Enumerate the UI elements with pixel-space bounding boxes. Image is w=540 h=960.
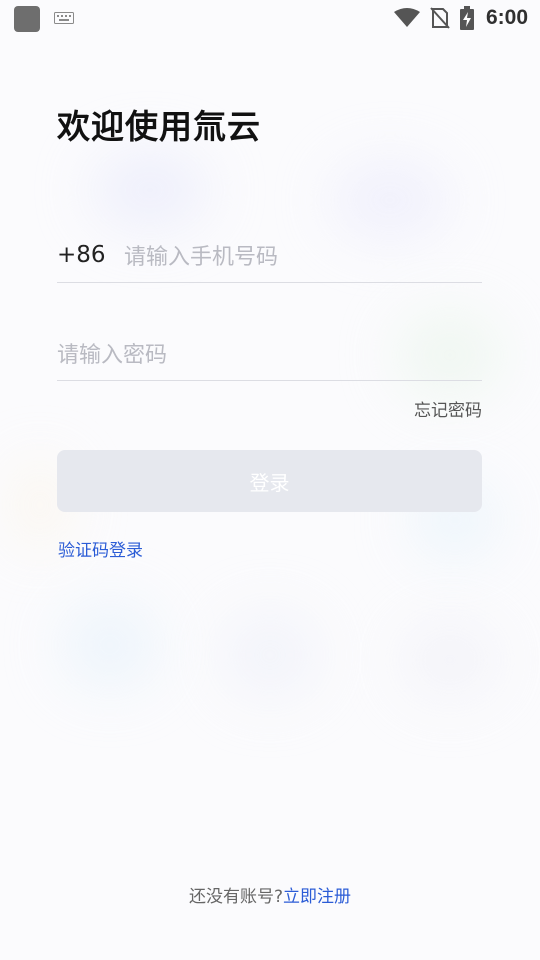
app-icon bbox=[14, 6, 40, 32]
background-blob bbox=[330, 160, 450, 240]
keyboard-icon bbox=[54, 12, 74, 24]
no-account-text: 还没有账号? bbox=[188, 887, 284, 907]
password-row bbox=[57, 332, 482, 381]
wifi-icon bbox=[393, 8, 420, 27]
page-title: 欢迎使用氚云 bbox=[57, 107, 261, 146]
no-sim-icon bbox=[430, 7, 450, 29]
status-time: 6:00 bbox=[485, 6, 528, 29]
sms-code-login-link[interactable]: 验证码登录 bbox=[58, 536, 143, 561]
status-bar: 6:00 bbox=[0, 0, 540, 36]
phone-row: +86 bbox=[57, 234, 482, 283]
forgot-password-link[interactable]: 忘记密码 bbox=[414, 396, 482, 421]
login-button[interactable]: 登录 bbox=[57, 450, 482, 512]
background-blob bbox=[90, 150, 210, 230]
register-link[interactable]: 立即注册 bbox=[283, 887, 351, 907]
country-code[interactable]: +86 bbox=[57, 242, 106, 268]
phone-input[interactable] bbox=[124, 240, 474, 274]
background-blob bbox=[400, 620, 500, 700]
register-prompt: 还没有账号?立即注册 bbox=[0, 882, 540, 907]
password-input[interactable] bbox=[57, 338, 477, 372]
background-blob bbox=[60, 600, 160, 690]
background-blob bbox=[220, 610, 320, 700]
battery-charging-icon bbox=[459, 6, 474, 30]
